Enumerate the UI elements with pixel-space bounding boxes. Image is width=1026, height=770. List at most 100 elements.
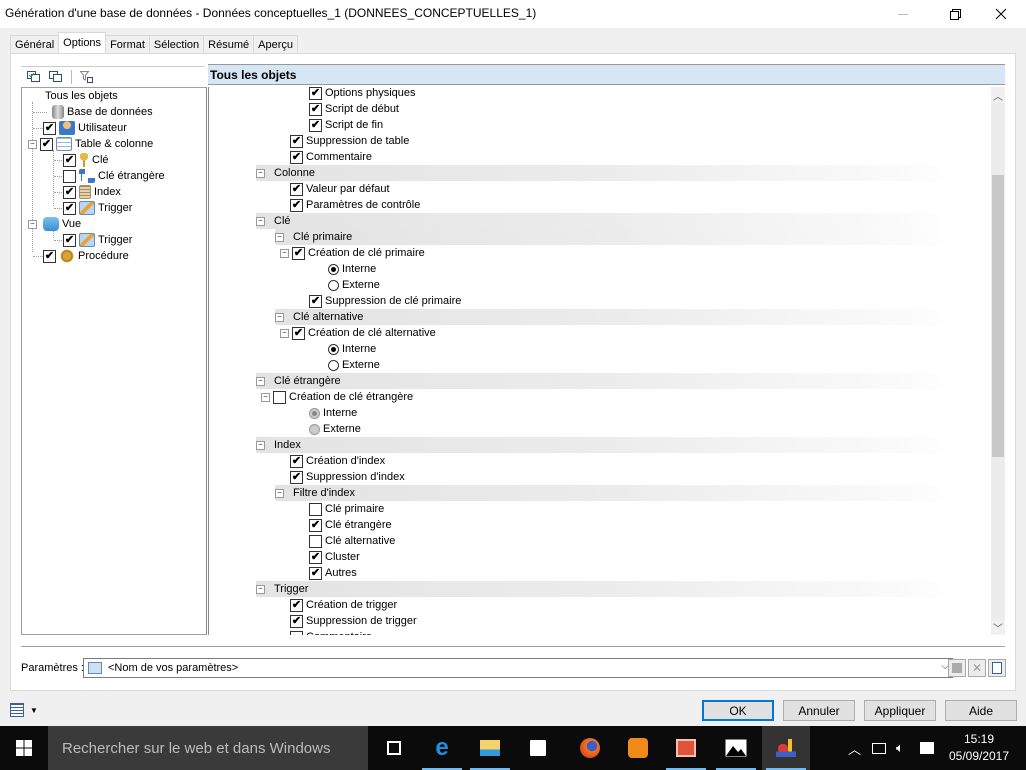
option-radio[interactable]: Externe	[328, 277, 380, 293]
minimize-button[interactable]	[880, 0, 926, 28]
checkbox[interactable]: ✔	[309, 518, 322, 532]
radio-button[interactable]	[328, 359, 339, 371]
radio-button[interactable]	[328, 263, 339, 275]
checkbox[interactable]	[309, 502, 322, 516]
option-group[interactable]: − Clé	[256, 213, 961, 229]
checkbox[interactable]: ✔	[290, 470, 303, 484]
start-button[interactable]	[0, 726, 48, 770]
checkbox[interactable]	[290, 630, 303, 635]
option-checkbox[interactable]: Clé alternative	[309, 533, 395, 549]
collapse-icon[interactable]: −	[28, 139, 37, 149]
checkbox[interactable]: ✔	[290, 150, 303, 164]
checkbox[interactable]: ✔	[309, 566, 322, 580]
tree-item-trigger[interactable]: ✔ Trigger	[54, 200, 132, 216]
new-parameters-button[interactable]	[988, 659, 1006, 677]
tab-preview[interactable]: Aperçu	[253, 35, 298, 53]
option-checkbox[interactable]: − Création de clé étrangère	[261, 389, 413, 405]
option-checkbox[interactable]: ✔ Suppression de table	[290, 133, 409, 149]
task-view-button[interactable]	[370, 726, 418, 770]
option-group[interactable]: − Index	[256, 437, 961, 453]
store-app[interactable]	[514, 726, 562, 770]
file-explorer-app[interactable]	[466, 726, 514, 770]
option-group[interactable]: − Filtre d'index	[275, 485, 961, 501]
checkbox[interactable]: ✔	[290, 614, 303, 628]
option-group[interactable]: − Trigger	[256, 581, 961, 597]
checkbox[interactable]: ✔	[43, 121, 56, 135]
option-checkbox[interactable]: ✔ Commentaire	[290, 149, 372, 165]
delete-parameters-button[interactable]: ✕	[968, 659, 986, 677]
restore-button[interactable]	[932, 0, 978, 28]
filter-icon[interactable]	[79, 70, 94, 83]
collapse-icon[interactable]: −	[275, 312, 284, 322]
tree-item-view[interactable]: − Vue	[28, 216, 81, 232]
volume-button[interactable]: 🔈︎	[896, 726, 904, 770]
collapse-icon[interactable]: −	[256, 216, 265, 226]
tree-item-index[interactable]: ✔ Index	[54, 184, 121, 200]
tab-summary[interactable]: Résumé	[203, 35, 255, 53]
checkbox[interactable]: ✔	[63, 233, 76, 247]
option-group[interactable]: − Clé primaire	[275, 229, 961, 245]
apply-button[interactable]: Appliquer	[864, 700, 936, 721]
tree-item-user[interactable]: ✔ Utilisateur	[33, 120, 127, 136]
network-button[interactable]	[872, 726, 886, 770]
cancel-button[interactable]: Annuler	[783, 700, 855, 721]
radio-button[interactable]	[328, 343, 339, 355]
checkbox[interactable]: ✔	[309, 294, 322, 308]
option-group[interactable]: − Clé alternative	[275, 309, 961, 325]
scroll-thumb[interactable]	[992, 175, 1004, 457]
help-button[interactable]: Aide	[945, 700, 1017, 721]
tree-item-table-column[interactable]: − ✔ Table & colonne	[28, 136, 153, 152]
tab-options[interactable]: Options	[58, 32, 107, 53]
option-checkbox[interactable]: ✔ Valeur par défaut	[290, 181, 390, 197]
clock[interactable]: 15:19 05/09/2017	[944, 731, 1014, 765]
collapse-icon[interactable]: −	[28, 219, 37, 229]
report-menu[interactable]: ▼	[10, 703, 38, 717]
tab-selection[interactable]: Sélection	[148, 35, 205, 53]
firefox-app[interactable]	[566, 726, 614, 770]
collapse-icon[interactable]: −	[256, 584, 265, 594]
collapse-icon[interactable]: −	[280, 248, 289, 258]
option-checkbox[interactable]: ✔ Paramètres de contrôle	[290, 197, 420, 213]
search-box[interactable]: Rechercher sur le web et dans Windows	[48, 726, 368, 770]
option-checkbox[interactable]: ✔ Options physiques	[309, 87, 416, 101]
option-radio[interactable]: Interne	[328, 341, 376, 357]
option-checkbox[interactable]: ✔ Autres	[309, 565, 357, 581]
tree-item-procedure[interactable]: ✔ Procédure	[33, 248, 129, 264]
collapse-icon[interactable]: −	[275, 488, 284, 498]
deselect-all-icon[interactable]	[49, 70, 63, 83]
powerpoint-app[interactable]	[662, 726, 710, 770]
option-group[interactable]: − Colonne	[256, 165, 961, 181]
option-checkbox[interactable]: ✔ Création de trigger	[290, 597, 397, 613]
option-checkbox[interactable]: ✔ Script de début	[309, 101, 399, 117]
checkbox[interactable]: ✔	[309, 118, 322, 132]
collapse-icon[interactable]: −	[280, 328, 289, 338]
save-parameters-button[interactable]	[948, 659, 966, 677]
select-all-icon[interactable]	[27, 70, 41, 83]
scroll-up-button[interactable]: ︿	[991, 87, 1005, 103]
checkbox[interactable]: ✔	[290, 182, 303, 196]
option-checkbox[interactable]: ✔ Cluster	[309, 549, 360, 565]
checkbox[interactable]: ✔	[309, 550, 322, 564]
tree-root[interactable]: Tous les objets	[45, 88, 118, 104]
checkbox[interactable]: ✔	[40, 137, 53, 151]
option-checkbox[interactable]: Commentaire	[290, 629, 372, 635]
scroll-down-button[interactable]: ﹀	[991, 619, 1005, 635]
tree-item-foreign-key[interactable]: Clé étrangère	[54, 168, 165, 184]
checkbox[interactable]	[63, 169, 76, 183]
checkbox[interactable]: ✔	[292, 326, 305, 340]
tab-format[interactable]: Format	[105, 35, 150, 53]
ok-button[interactable]: OK	[702, 700, 774, 721]
radio-button[interactable]	[328, 279, 339, 291]
vertical-scrollbar[interactable]: ︿ ﹀	[991, 87, 1005, 635]
tree-item-database[interactable]: Base de données	[33, 104, 153, 120]
tree-item-view-trigger[interactable]: ✔ Trigger	[54, 232, 132, 248]
checkbox[interactable]: ✔	[290, 198, 303, 212]
option-checkbox[interactable]: ✔ Clé étrangère	[309, 517, 392, 533]
collapse-icon[interactable]: −	[256, 440, 265, 450]
parameters-combobox[interactable]: <Nom de vos paramètres> ⌵	[83, 658, 953, 678]
option-group[interactable]: − Clé étrangère	[256, 373, 961, 389]
checkbox[interactable]: ✔	[43, 249, 56, 263]
edge-app[interactable]: e	[418, 726, 466, 770]
option-checkbox[interactable]: ✔ Création d'index	[290, 453, 385, 469]
checkbox[interactable]: ✔	[290, 134, 303, 148]
